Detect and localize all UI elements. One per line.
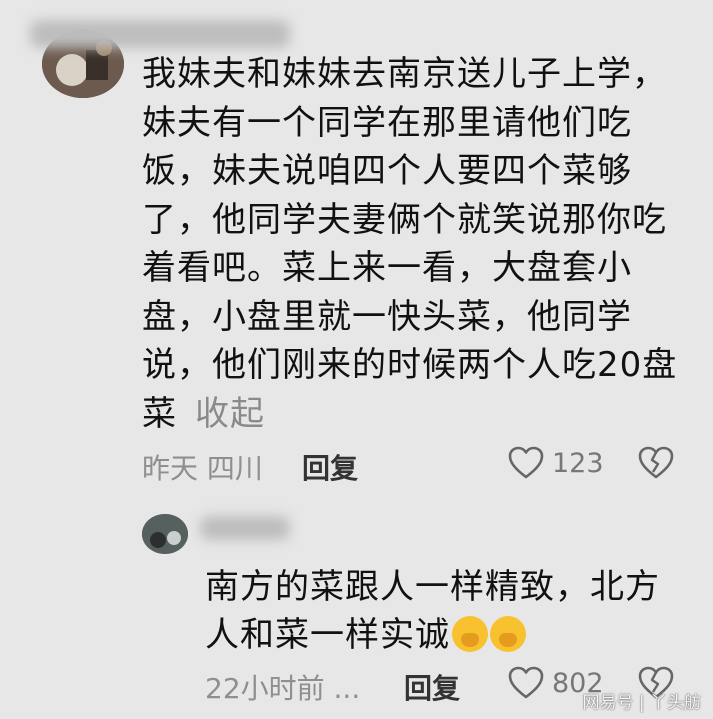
watermark: 网易号 | 丫头舫 bbox=[582, 693, 701, 713]
reply-text: 南方的菜跟人一样精致，北方人和菜一样实诚 bbox=[205, 567, 660, 655]
reply-like-button[interactable] bbox=[508, 666, 544, 704]
comment-time-location: 昨天 四川 bbox=[142, 452, 263, 485]
broken-heart-icon bbox=[638, 446, 674, 479]
heart-outline-icon bbox=[508, 446, 544, 479]
smirk-emoji-icon bbox=[490, 616, 526, 652]
reply-button[interactable]: 回复 bbox=[302, 447, 358, 487]
like-count: 123 bbox=[552, 448, 604, 479]
comment-text: 我妹夫和妹妹去南京送儿子上学，妹夫有一个同学在那里请他们吃饭，妹夫说咱四个人要四… bbox=[142, 54, 678, 434]
collapse-link[interactable]: 收起 bbox=[195, 394, 265, 434]
username-blurred bbox=[30, 20, 290, 48]
comment-body: 我妹夫和妹妹去南京送儿子上学，妹夫有一个同学在那里请他们吃饭，妹夫说咱四个人要四… bbox=[142, 50, 687, 438]
like-button[interactable] bbox=[508, 446, 544, 484]
reply-username-blurred bbox=[200, 516, 290, 540]
reply-avatar[interactable] bbox=[142, 514, 188, 554]
reply-reply-button[interactable]: 回复 bbox=[404, 667, 460, 707]
heart-outline-icon bbox=[508, 666, 544, 699]
smirk-emoji-icon bbox=[452, 616, 488, 652]
reply-time: 22小时前 ... bbox=[205, 672, 361, 705]
dislike-button[interactable] bbox=[638, 446, 674, 484]
reply-body: 南方的菜跟人一样精致，北方人和菜一样实诚 bbox=[205, 563, 685, 659]
